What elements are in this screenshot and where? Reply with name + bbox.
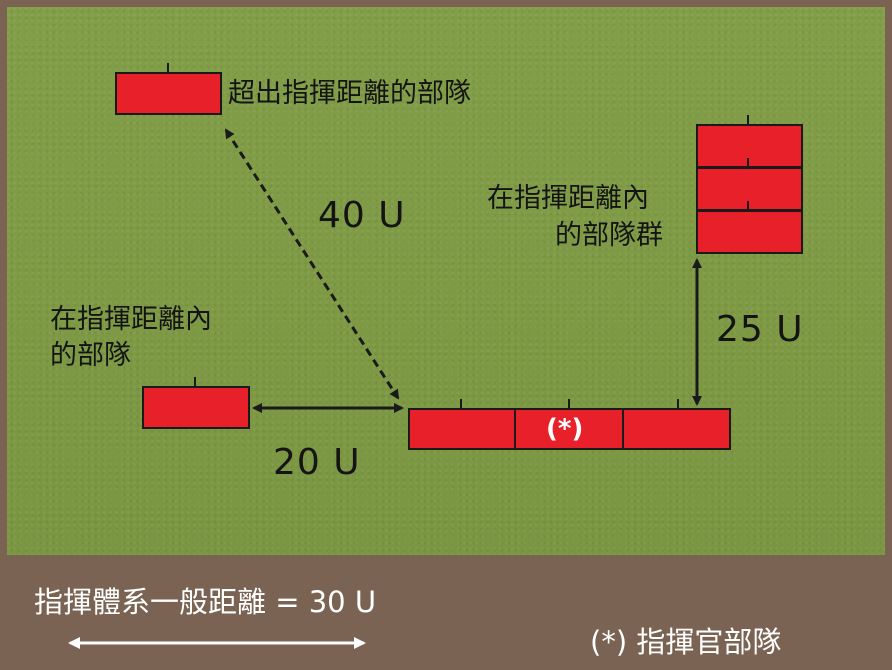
unit-tick (568, 399, 570, 408)
general-distance-legend: 指揮體系一般距離 = 30 U (34, 585, 377, 619)
command-group-unit-right (622, 408, 731, 450)
diagonal-distance-label: 40 U (318, 195, 406, 236)
unit-group-label-line1: 在指揮距離內 (487, 183, 649, 214)
vertical-distance-label: 25 U (716, 309, 804, 350)
unit-tick (194, 377, 196, 386)
unit-tick (460, 399, 462, 408)
unit-tick (677, 399, 679, 408)
unit-group-middle (696, 167, 803, 211)
diagonal-distance-arrow (224, 128, 400, 400)
in-range-unit (142, 386, 250, 429)
unit-tick (747, 158, 749, 167)
unit-group-bottom (696, 210, 803, 254)
unit-tick (747, 115, 749, 124)
command-group-unit-left (408, 408, 516, 450)
unit-tick (747, 201, 749, 210)
unit-group-top (696, 124, 803, 168)
unit-tick (167, 63, 169, 72)
out-of-range-label: 超出指揮距離的部隊 (228, 78, 471, 109)
commander-legend: (*) 指揮官部隊 (590, 625, 782, 659)
out-of-range-unit (115, 72, 222, 115)
in-range-unit-label-line2: 的部隊 (50, 340, 131, 371)
horizontal-distance-label: 20 U (273, 442, 361, 483)
unit-group-label-line2: 的部隊群 (555, 220, 663, 251)
in-range-unit-label-line1: 在指揮距離內 (50, 304, 212, 335)
commander-marker: (*) (546, 414, 584, 444)
